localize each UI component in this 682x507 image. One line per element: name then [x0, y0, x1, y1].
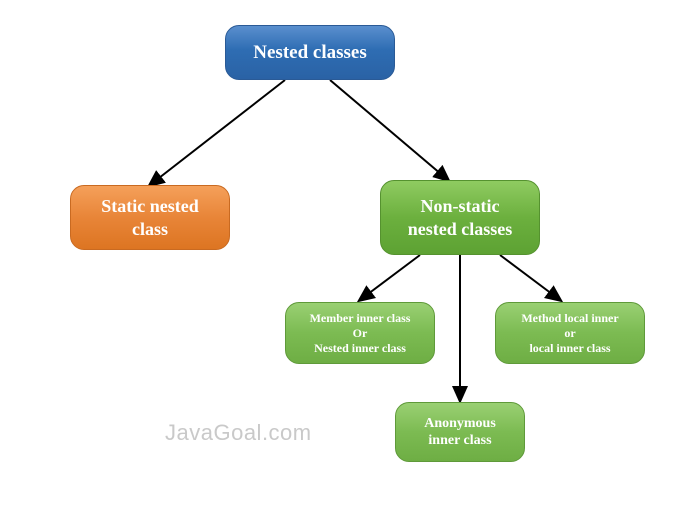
node-label-line: nested classes [408, 218, 513, 241]
node-label-line: Or [353, 326, 368, 341]
node-label-line: Nested inner class [314, 341, 406, 356]
watermark-text: JavaGoal.com [165, 420, 312, 446]
node-non-static-nested-classes: Non-static nested classes [380, 180, 540, 255]
node-label-line: Anonymous [424, 415, 496, 433]
watermark-label: JavaGoal.com [165, 420, 312, 445]
node-label-line: inner class [428, 432, 491, 450]
node-label-line: or [564, 326, 575, 341]
node-anonymous-inner-class: Anonymous inner class [395, 402, 525, 462]
node-static-nested-class: Static nested class [70, 185, 230, 250]
node-label-line: local inner class [529, 341, 610, 356]
node-method-local-inner-class: Method local inner or local inner class [495, 302, 645, 364]
node-nested-classes: Nested classes [225, 25, 395, 80]
node-label-line: Member inner class [310, 311, 411, 326]
node-member-inner-class: Member inner class Or Nested inner class [285, 302, 435, 364]
node-label-line: Static nested [101, 195, 199, 218]
node-label: Nested classes [253, 41, 366, 65]
node-label-line: class [132, 218, 168, 241]
node-label-line: Method local inner [521, 311, 618, 326]
node-label-line: Non-static [421, 195, 500, 218]
